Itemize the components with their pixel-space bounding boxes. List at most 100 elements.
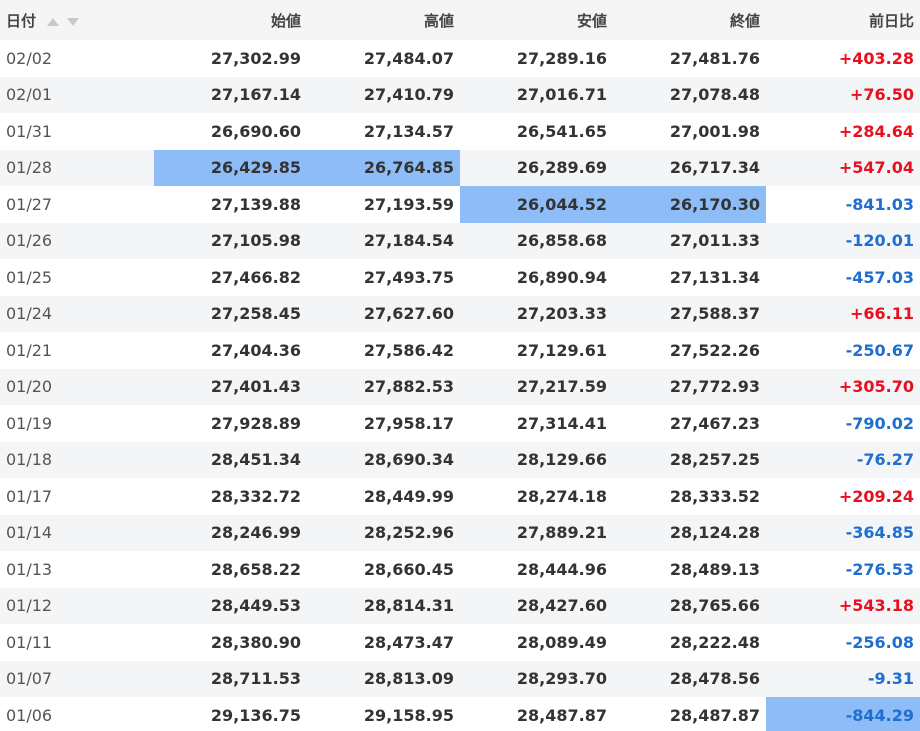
open-cell: 29,136.75 — [210, 705, 301, 725]
table-row: 01/21 27,404.36 27,586.42 27,129.61 27,522.2… — [0, 332, 920, 369]
table-row: 01/11 28,380.90 28,473.47 28,089.49 28,222.4… — [0, 624, 920, 661]
close-cell: 28,124.28 — [669, 523, 760, 543]
high-cell: 27,493.75 — [363, 267, 454, 287]
table-header: 日付 始値 高値 安値 終値 前日比 — [0, 0, 920, 40]
change-cell: +284.64 — [838, 121, 914, 141]
high-column-header: 高値 — [423, 11, 454, 30]
low-cell: 28,427.60 — [516, 596, 607, 616]
change-cell: -256.08 — [845, 632, 914, 652]
open-cell: 28,451.34 — [210, 450, 301, 470]
table-row: 01/07 28,711.53 28,813.09 28,293.70 28,478.5… — [0, 660, 920, 697]
date-cell: 01/28 — [6, 158, 53, 178]
table-row: 01/13 28,658.22 28,660.45 28,444.96 28,489.1… — [0, 551, 920, 588]
change-cell: +209.24 — [838, 486, 914, 506]
low-cell: 26,858.68 — [516, 231, 607, 251]
open-cell: 28,449.53 — [210, 596, 301, 616]
change-cell: -250.67 — [845, 340, 914, 360]
high-cell: 28,814.31 — [363, 596, 454, 616]
close-cell: 27,481.76 — [669, 48, 760, 68]
date-cell: 01/27 — [6, 194, 53, 214]
date-cell: 01/31 — [6, 121, 53, 141]
date-cell: 01/24 — [6, 304, 53, 324]
sort-controls[interactable] — [47, 12, 82, 30]
close-cell: 26,170.30 — [613, 186, 766, 223]
date-cell: 01/06 — [6, 705, 53, 725]
low-cell: 27,289.16 — [516, 48, 607, 68]
open-cell: 27,258.45 — [210, 304, 301, 324]
low-cell: 27,889.21 — [516, 523, 607, 543]
sort-ascending-icon[interactable] — [47, 18, 60, 26]
date-cell: 01/18 — [6, 450, 53, 470]
open-cell: 27,167.14 — [210, 85, 301, 105]
table-row: 01/28 26,429.85 26,764.85 26,289.69 26,717.3… — [0, 149, 920, 186]
low-cell: 28,293.70 — [516, 669, 607, 689]
close-cell: 27,772.93 — [669, 377, 760, 397]
change-cell: -276.53 — [845, 559, 914, 579]
high-cell: 27,484.07 — [363, 48, 454, 68]
change-cell: -457.03 — [845, 267, 914, 287]
change-cell: -790.02 — [845, 413, 914, 433]
open-cell: 28,380.90 — [210, 632, 301, 652]
change-cell: -9.31 — [867, 669, 914, 689]
change-cell: -841.03 — [845, 194, 914, 214]
open-cell: 27,928.89 — [210, 413, 301, 433]
change-cell: +403.28 — [838, 48, 914, 68]
table-row: 01/17 28,332.72 28,449.99 28,274.18 28,333.5… — [0, 478, 920, 515]
table-row: 01/31 26,690.60 27,134.57 26,541.65 27,001.9… — [0, 113, 920, 150]
high-cell: 28,690.34 — [363, 450, 454, 470]
close-cell: 27,467.23 — [669, 413, 760, 433]
date-cell: 01/11 — [6, 632, 53, 652]
date-cell: 01/14 — [6, 523, 53, 543]
high-cell: 26,764.85 — [307, 149, 460, 186]
open-cell: 28,658.22 — [210, 559, 301, 579]
low-cell: 26,890.94 — [516, 267, 607, 287]
date-cell: 02/02 — [6, 48, 53, 68]
header-row: 日付 始値 高値 安値 終値 前日比 — [0, 0, 920, 40]
table-row: 01/19 27,928.89 27,958.17 27,314.41 27,467.2… — [0, 405, 920, 442]
close-cell: 28,487.87 — [669, 705, 760, 725]
date-cell: 01/07 — [6, 669, 53, 689]
open-cell: 28,332.72 — [210, 486, 301, 506]
date-cell: 01/21 — [6, 340, 53, 360]
high-cell: 29,158.95 — [363, 705, 454, 725]
close-cell: 27,011.33 — [669, 231, 760, 251]
close-cell: 28,222.48 — [669, 632, 760, 652]
sort-descending-icon[interactable] — [67, 18, 80, 26]
change-cell: -76.27 — [856, 450, 914, 470]
close-cell: 27,131.34 — [669, 267, 760, 287]
change-cell: -364.85 — [845, 523, 914, 543]
change-cell: -844.29 — [766, 697, 920, 731]
low-cell: 27,203.33 — [516, 304, 607, 324]
date-cell: 01/20 — [6, 377, 53, 397]
high-cell: 27,882.53 — [363, 377, 454, 397]
date-cell: 01/13 — [6, 559, 53, 579]
open-cell: 26,690.60 — [210, 121, 301, 141]
close-cell: 28,257.25 — [669, 450, 760, 470]
high-cell: 28,813.09 — [363, 669, 454, 689]
low-column-header: 安値 — [576, 11, 607, 30]
high-cell: 28,252.96 — [363, 523, 454, 543]
table-row: 01/18 28,451.34 28,690.34 28,129.66 28,257.2… — [0, 441, 920, 478]
change-cell: -120.01 — [845, 231, 914, 251]
high-cell: 27,627.60 — [363, 304, 454, 324]
low-cell: 27,217.59 — [516, 377, 607, 397]
open-cell: 27,139.88 — [210, 194, 301, 214]
date-cell: 01/19 — [6, 413, 53, 433]
date-header-label: 日付 — [6, 11, 37, 30]
open-cell: 28,246.99 — [210, 523, 301, 543]
change-cell: +66.11 — [849, 304, 914, 324]
open-cell: 27,466.82 — [210, 267, 301, 287]
table-row: 01/24 27,258.45 27,627.60 27,203.33 27,588.3… — [0, 295, 920, 332]
open-cell: 28,711.53 — [210, 669, 301, 689]
price-history-table: 日付 始値 高値 安値 終値 前日比 02/02 27,302.99 27,484.… — [0, 0, 920, 731]
date-column-header[interactable]: 日付 — [0, 0, 154, 40]
change-cell: +305.70 — [838, 377, 914, 397]
close-cell: 26,717.34 — [669, 158, 760, 178]
table-row: 01/12 28,449.53 28,814.31 28,427.60 28,765.6… — [0, 587, 920, 624]
close-cell: 28,765.66 — [669, 596, 760, 616]
change-cell: +547.04 — [838, 158, 914, 178]
close-cell: 28,489.13 — [669, 559, 760, 579]
high-cell: 27,958.17 — [363, 413, 454, 433]
table-row: 01/25 27,466.82 27,493.75 26,890.94 27,131.3… — [0, 259, 920, 296]
low-cell: 27,016.71 — [516, 85, 607, 105]
